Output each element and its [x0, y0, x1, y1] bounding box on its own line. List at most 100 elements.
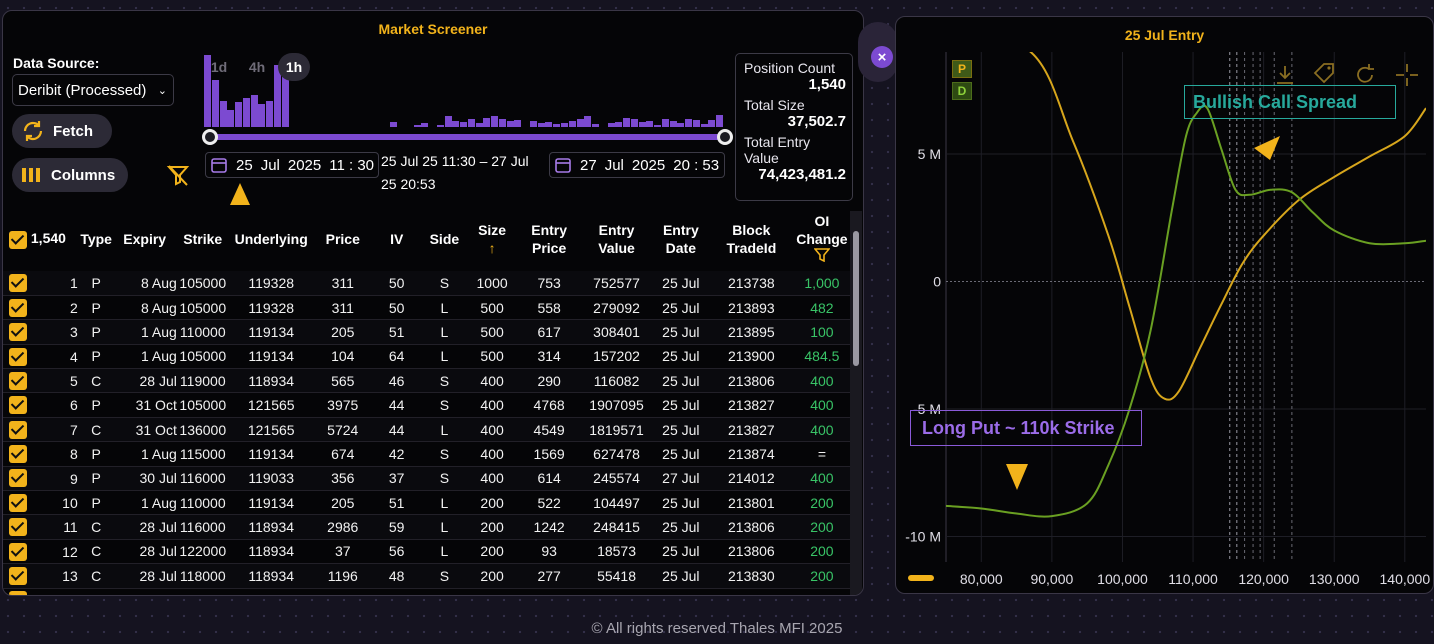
stats-box: Position Count 1,540 Total Size 37,502.7…: [735, 53, 853, 201]
table-cell: 116000: [176, 514, 229, 540]
range-text-1: 25 Jul 25 11:30 – 27 Jul: [381, 153, 529, 169]
row-checkbox[interactable]: [9, 347, 27, 366]
table-cell: S: [421, 441, 468, 467]
row-index: 4: [69, 348, 78, 365]
table-row[interactable]: 5 C 28 Jul 119000 118934 565 46 S 400 290 116082 25…: [3, 368, 851, 394]
table-cell: L: [421, 514, 468, 540]
clear-filter-icon[interactable]: [166, 163, 190, 187]
table-cell: 37: [313, 539, 372, 565]
table-cell: 213801: [709, 490, 793, 516]
table-cell: 565: [313, 368, 372, 394]
histogram-bar: [390, 122, 398, 127]
row-checkbox[interactable]: [9, 420, 27, 439]
table-cell: 121565: [228, 392, 314, 418]
crosshair-icon[interactable]: [1394, 62, 1420, 88]
data-source-select[interactable]: Deribit (Processed) ⌄: [12, 74, 174, 106]
table-cell: 119000: [176, 368, 229, 394]
table-cell: 105000: [176, 271, 229, 296]
row-checkbox[interactable]: [9, 445, 27, 464]
table-cell: 200: [792, 539, 851, 565]
table-row[interactable]: 6 P 31 Oct 105000 121565 3975 44 S 400 4768 190709…: [3, 392, 851, 418]
table-cell: 400: [792, 417, 851, 443]
columns-button[interactable]: Columns: [12, 158, 128, 192]
filter-icon[interactable]: [813, 248, 831, 263]
table-cell: 121565: [228, 417, 314, 443]
row-checkbox[interactable]: [9, 591, 27, 595]
row-checkbox[interactable]: [9, 469, 27, 488]
table-cell: 116000: [176, 466, 229, 492]
range-end-handle[interactable]: [717, 129, 733, 145]
table-cell: 48: [371, 563, 422, 589]
table-cell: 25 Jul: [651, 490, 710, 516]
download-icon[interactable]: [1273, 63, 1297, 87]
legend-swatch: [908, 575, 934, 581]
table-cell: 25 Jul: [651, 539, 710, 565]
table-row[interactable]: 4P1 Aug 105000 119134 104 64 L 500 314 157202 25 …: [3, 344, 851, 370]
calendar-icon: [555, 158, 571, 173]
histogram-bar: [607, 123, 615, 127]
table-row[interactable]: 2P8 Aug 105000 119328 311 50 L 500 558 279092 25 …: [3, 295, 851, 321]
start-date-input[interactable]: 25 Jul 2025 11 : 30: [205, 152, 379, 178]
table-cell: 500: [467, 319, 517, 345]
table-row[interactable]: 10 P 1 Aug 110000 119134 205 51 L 200 522 104497 25…: [3, 490, 851, 516]
histogram-bar: [506, 120, 514, 127]
end-date-input[interactable]: 27 Jul 2025 20 : 53: [549, 152, 725, 178]
table-cell: 200: [467, 490, 517, 516]
table-row[interactable]: 9 P 30 Jul 116000 119033 356 37 S 400 614 245574 27…: [3, 466, 851, 492]
table-cell: 500: [467, 344, 517, 370]
table-cell: 51: [371, 319, 422, 345]
table-scrollbar[interactable]: [850, 211, 862, 595]
row-checkbox[interactable]: [9, 396, 27, 415]
refresh-icon: [23, 121, 43, 141]
row-checkbox[interactable]: [9, 518, 27, 537]
tag-icon[interactable]: [1312, 61, 1338, 85]
table-cell: 1907095: [581, 392, 652, 418]
table-cell: 25 Jul: [651, 368, 710, 394]
table-cell: 51: [371, 490, 422, 516]
legend-p[interactable]: P: [952, 60, 972, 78]
row-checkbox[interactable]: [9, 323, 27, 342]
table-cell: C: [79, 563, 113, 589]
arrow-down-marker-icon: [1006, 464, 1028, 490]
scroll-thumb[interactable]: [853, 231, 859, 366]
table-cell: 116082: [581, 368, 652, 394]
table-row[interactable]: 8P1 Aug 115000 119134 674 42 S 400 1569 627478 25…: [3, 441, 851, 467]
row-checkbox[interactable]: [9, 542, 27, 561]
x-tick-label: 120,000: [1238, 571, 1289, 587]
positions-table: 1,540 Type Expiry Strike Underlying Pric…: [3, 207, 851, 595]
timeframe-1d[interactable]: 1d: [203, 53, 235, 81]
table-row[interactable]: 11 C 28 Jul 116000 118934 2986 59 L 200 1242 24841…: [3, 514, 851, 540]
table-row[interactable]: 12 C 28 Jul 122000 118934 37 56 L 200 93 18573 25 J…: [3, 539, 851, 565]
row-checkbox[interactable]: [9, 298, 27, 317]
histogram-bar: [250, 95, 258, 127]
timeframe-4h[interactable]: 4h: [241, 53, 273, 81]
table-row[interactable]: 1P8 Aug 105000 119328 311 50 S 1000 753 752577 25…: [3, 271, 851, 296]
range-slider-track[interactable]: [210, 134, 728, 140]
fetch-button[interactable]: Fetch: [12, 114, 112, 148]
row-checkbox[interactable]: [9, 567, 27, 586]
data-source-value: Deribit (Processed): [18, 81, 147, 99]
table-cell: 1 Aug: [112, 344, 177, 370]
table-cell: 1 Aug: [112, 588, 177, 595]
table-row[interactable]: 3P1 Aug 110000 119134 205 51 L 500 617 308401 25 …: [3, 319, 851, 345]
table-row[interactable]: 14P1 Aug1040001191349066L2001733465525 J…: [3, 588, 851, 595]
row-checkbox[interactable]: [9, 274, 27, 293]
arrow-up-marker-icon: [230, 183, 250, 205]
table-row[interactable]: 13 C 28 Jul 118000 118934 1196 48 S 200 277 55418 2…: [3, 563, 851, 589]
x-tick-label: 100,000: [1097, 571, 1148, 587]
histogram-bar: [444, 116, 452, 127]
row-index: 11: [63, 519, 78, 536]
row-checkbox[interactable]: [9, 371, 27, 390]
table-row[interactable]: 7 C 31 Oct 136000 121565 5724 44 L 400 4549 181957…: [3, 417, 851, 443]
table-cell: 314: [516, 344, 582, 370]
range-start-handle[interactable]: [202, 129, 218, 145]
select-all-checkbox[interactable]: [9, 230, 27, 249]
close-icon[interactable]: ×: [871, 46, 893, 68]
table-cell: 205: [313, 490, 372, 516]
table-cell: 400: [792, 466, 851, 492]
series-line-d: [946, 104, 1426, 518]
legend-d[interactable]: D: [952, 82, 972, 100]
row-checkbox[interactable]: [9, 493, 27, 512]
timeframe-1h[interactable]: 1h: [278, 53, 310, 81]
table-cell: 100: [792, 319, 851, 345]
